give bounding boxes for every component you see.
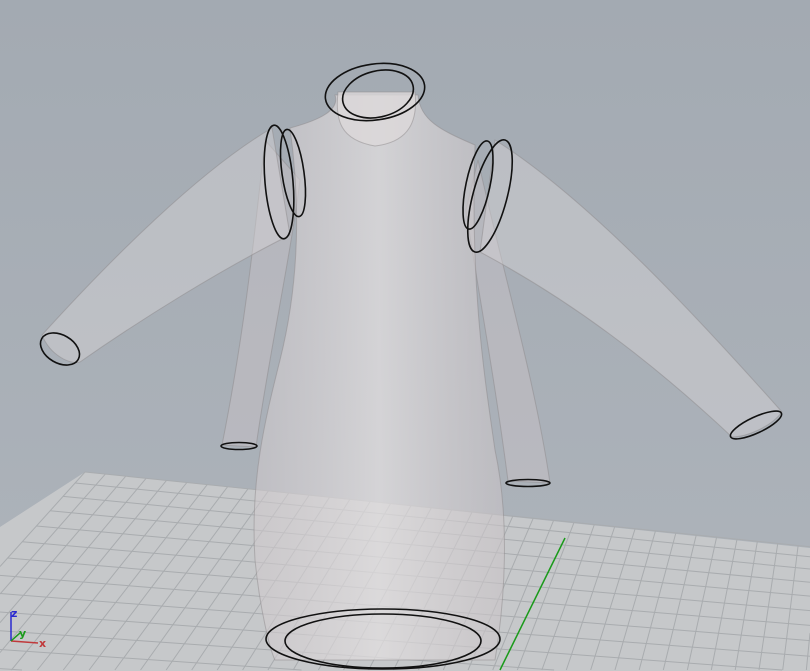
scene[interactable]: z y x [0,0,810,671]
x-axis-label: x [39,637,46,650]
y-axis-label: y [19,627,26,640]
z-axis-label: z [11,607,17,620]
perspective-viewport[interactable]: z y x [0,0,810,671]
